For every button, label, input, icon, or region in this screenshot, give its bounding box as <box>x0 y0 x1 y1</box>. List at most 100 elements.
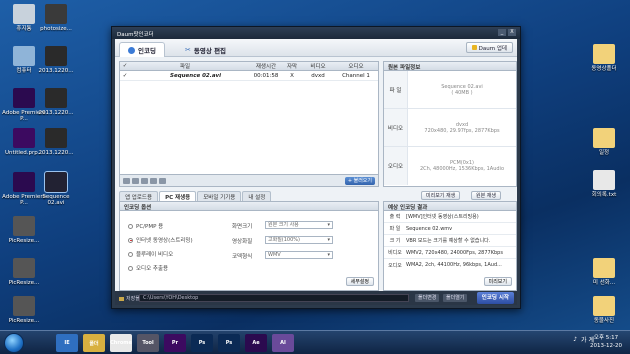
preset-tabs: 앱 업로드용 PC 재생용 모바일 기기용 내 설정 <box>119 191 272 201</box>
codec-label: 코덱형식 <box>232 254 253 260</box>
source-file-label: 파 일 <box>384 71 408 108</box>
header-check[interactable]: ✓ <box>120 63 130 69</box>
tab-my-settings[interactable]: 내 설정 <box>242 191 272 201</box>
radio-dot[interactable] <box>128 223 133 229</box>
radio-bluray[interactable]: 블루레이 비디오 <box>128 250 173 258</box>
save-path-input[interactable]: C:\Users\YOH\Desktop <box>139 294 409 302</box>
result-row: 크 기 VBR 모드는 크기를 예상할 수 없습니다. <box>384 235 516 247</box>
move-bottom-icon[interactable] <box>150 178 157 184</box>
add-file-button[interactable]: + 불러오기 <box>344 177 375 185</box>
radio-pc-pmp[interactable]: PC/PMP 용 <box>128 222 163 230</box>
clock-date: 2013-12-20 <box>590 343 622 349</box>
daum-update-button[interactable]: Daum 업데 <box>465 42 513 53</box>
desktop-icon-label: 회의록.txt <box>591 192 617 198</box>
quality-select[interactable]: 고화질(100%) <box>265 236 333 244</box>
desktop-icon-label: PicResize... <box>8 238 40 244</box>
desktop-icon[interactable]: 2013.1220... <box>34 128 78 156</box>
table-row[interactable]: ✓ Sequence 02.avi 00:01:58 X dvxd Channe… <box>120 71 378 81</box>
tab-upload[interactable]: 앱 업로드용 <box>119 191 159 201</box>
radio-dot[interactable] <box>128 251 133 257</box>
desktop-icon[interactable]: Sequence 02.avi <box>34 171 78 206</box>
file-icon <box>45 4 67 24</box>
file-table-header: ✓ 파일 재생시간 자막 비디오 오디오 <box>120 62 378 71</box>
tab-mobile[interactable]: 모바일 기기용 <box>197 191 242 201</box>
move-up-icon[interactable] <box>132 178 139 184</box>
radio-dot[interactable] <box>128 265 133 271</box>
desktop-icon-label: photosize... <box>40 26 72 32</box>
desktop-icon[interactable]: PicResize... <box>2 296 46 324</box>
result-audio-label: 오디오 <box>388 262 402 269</box>
file-icon <box>13 128 35 148</box>
speaker-icon[interactable]: ♪ <box>573 336 577 343</box>
codec-select[interactable]: WMV <box>265 251 333 259</box>
taskbar-app-icon[interactable]: Ps <box>218 334 240 352</box>
delete-icon[interactable] <box>159 178 166 184</box>
change-folder-button[interactable]: 폴더변경 <box>415 294 440 302</box>
tab-pc-play[interactable]: PC 재생용 <box>159 191 197 201</box>
folder-icon <box>593 128 615 148</box>
minimize-button[interactable]: _ <box>498 29 506 36</box>
row-file: Sequence 02.avi <box>170 72 222 79</box>
desktop-icon[interactable]: photosize... <box>34 4 78 32</box>
taskbar-app-icon[interactable]: Tool <box>137 334 159 352</box>
file-icon <box>13 4 35 24</box>
taskbar-app-icon[interactable]: 폴더 <box>83 334 105 352</box>
window-title: Daum팟인코더 <box>117 32 154 38</box>
title-bar[interactable]: Daum팟인코더 _ X <box>112 27 520 39</box>
desktop-icon[interactable]: 일정 <box>582 128 626 156</box>
row-checkbox[interactable]: ✓ <box>120 73 130 79</box>
window-content: 인코딩 ✂ 동영상 편집 Daum 업데 ✓ 파일 재생시간 자막 비디오 오디… <box>115 39 517 305</box>
folder-icon <box>593 296 615 316</box>
desktop-icon[interactable]: 회의록.txt <box>582 170 626 198</box>
header-video[interactable]: 비디오 <box>302 62 334 70</box>
start-encoding-button[interactable]: 인코딩 시작 <box>476 292 514 304</box>
header-audio[interactable]: 오디오 <box>334 62 378 70</box>
original-play-button[interactable]: 원본 재생 <box>471 191 501 200</box>
screen-size-select[interactable]: 원본 크기 사용 <box>265 221 333 229</box>
open-folder-button[interactable]: 폴더열기 <box>443 294 468 302</box>
desktop-icon[interactable]: 2013.1220... <box>34 88 78 116</box>
taskbar-app-icon[interactable]: Pr <box>164 334 186 352</box>
tab-encoding[interactable]: 인코딩 <box>119 42 165 57</box>
desktop-icon[interactable]: PicResize... <box>2 258 46 286</box>
tab-video-edit[interactable]: ✂ 동영상 편집 <box>177 42 234 57</box>
save-folder-bar: 저장폴더 C:\Users\YOH\Desktop 폴더변경 폴더열기 인코딩 … <box>115 291 517 305</box>
clock[interactable]: 오후 5:17 2013-12-20 <box>590 334 622 350</box>
desktop-icon[interactable]: 동영상폴더 <box>582 44 626 72</box>
desktop-icon-label: 동물사진 <box>593 318 615 324</box>
folder-icon <box>593 44 615 64</box>
desktop-icon[interactable]: 동물사진 <box>582 296 626 324</box>
header-file[interactable]: 파일 <box>130 62 250 70</box>
file-icon <box>45 128 67 148</box>
taskbar-app-icon[interactable]: Ae <box>245 334 267 352</box>
file-icon <box>13 172 35 192</box>
detail-settings-button[interactable]: 세부설정 <box>345 277 374 286</box>
expected-result-panel: 예상 인코딩 결과 출 력 [WMV]인터넷 동영상(스트리밍용) 파 일 Se… <box>383 201 517 291</box>
move-top-icon[interactable] <box>123 178 130 184</box>
start-button[interactable] <box>4 333 24 353</box>
file-icon <box>13 88 35 108</box>
header-subtitle[interactable]: 자막 <box>282 62 302 70</box>
preview-play-button[interactable]: 미리보기 재생 <box>421 191 461 200</box>
result-output-label: 출 력 <box>389 214 401 220</box>
file-list-panel: ✓ 파일 재생시간 자막 비디오 오디오 ✓ Sequence 02.avi 0… <box>119 61 379 187</box>
file-icon <box>13 46 35 66</box>
desktop-icon[interactable]: 2013.1220... <box>34 46 78 74</box>
desktop-icon[interactable]: PicResize... <box>2 216 46 244</box>
header-duration[interactable]: 재생시간 <box>250 62 282 70</box>
radio-internet-video[interactable]: 인터넷 동영상(스트리밍) <box>128 236 193 244</box>
folder-icon <box>593 258 615 278</box>
radio-dot[interactable] <box>128 237 133 243</box>
scissors-icon: ✂ <box>185 45 191 54</box>
taskbar-app-icon[interactable]: Ps <box>191 334 213 352</box>
move-down-icon[interactable] <box>141 178 148 184</box>
result-preview-button[interactable]: 미리보기 <box>483 277 512 286</box>
taskbar-app-icon[interactable]: Chrome <box>110 334 132 352</box>
desktop-icon[interactable]: 미 선화... <box>582 258 626 286</box>
close-button[interactable]: X <box>508 29 516 36</box>
source-video-row: 비디오 dvxd 720x480, 29.97fps, 2877Kbps <box>384 109 516 147</box>
taskbar-app-icon[interactable]: AI <box>272 334 294 352</box>
radio-audio-extract[interactable]: 오디오 추출용 <box>128 264 168 272</box>
taskbar-app-icon[interactable]: IE <box>56 334 78 352</box>
file-list-toolbar: + 불러오기 <box>120 174 378 186</box>
